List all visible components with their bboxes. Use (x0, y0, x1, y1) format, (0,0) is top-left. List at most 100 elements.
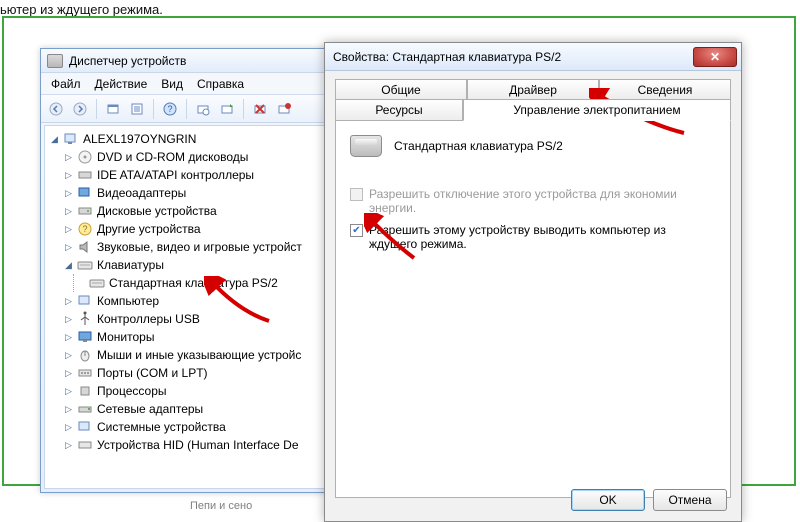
device-tree[interactable]: ◢ ALEXL197OYNGRIN ▷DVD и CD-ROM дисковод… (44, 125, 326, 489)
props-title: Свойства: Стандартная клавиатура PS/2 (333, 50, 561, 64)
expand-icon[interactable]: ▷ (63, 152, 74, 163)
expand-icon[interactable]: ▷ (63, 206, 74, 217)
dialog-buttons: OK Отмена (571, 489, 727, 511)
collapse-icon[interactable]: ◢ (49, 134, 60, 145)
devmgr-title: Диспетчер устройств (69, 54, 186, 68)
tree-label: Клавиатуры (97, 258, 164, 272)
tree-item-ports[interactable]: ▷ Порты (COM и LPT) (49, 364, 325, 382)
menu-help[interactable]: Справка (197, 77, 244, 91)
computer-cat-icon (77, 293, 93, 309)
expand-icon[interactable]: ▷ (63, 422, 74, 433)
toolbar-properties-icon[interactable] (126, 98, 148, 120)
tab-general[interactable]: Общие (335, 79, 467, 100)
tree-item-monitors[interactable]: ▷Мониторы (49, 328, 325, 346)
page-fragment-text: ьютер из ждущего режима. (0, 2, 163, 17)
expand-icon[interactable]: ▷ (63, 296, 74, 307)
tree-item-network[interactable]: ▷ Сетевые адаптеры (49, 400, 325, 418)
tree-item-usb[interactable]: ▷ Контроллеры USB (49, 310, 325, 328)
expand-icon[interactable]: ▷ (63, 314, 74, 325)
tree-root[interactable]: ◢ ALEXL197OYNGRIN (49, 130, 325, 148)
expand-icon[interactable]: ▷ (63, 350, 74, 361)
tree-root-label: ALEXL197OYNGRIN (83, 132, 196, 146)
tree-item-computer[interactable]: ▷Компьютер (49, 292, 325, 310)
tab-power-management[interactable]: Управление электропитанием (463, 99, 731, 121)
close-icon: ✕ (710, 50, 720, 64)
other-devices-icon: ? (77, 221, 93, 237)
tree-item-dvd[interactable]: ▷DVD и CD-ROM дисководы (49, 148, 325, 166)
expand-icon[interactable]: ▷ (63, 332, 74, 343)
toolbar-scan-icon[interactable] (192, 98, 214, 120)
collapse-icon[interactable]: ◢ (63, 260, 74, 271)
system-icon (77, 419, 93, 435)
tree-label: Мыши и иные указывающие устройс (97, 348, 301, 362)
toolbar-show-hidden-icon[interactable] (102, 98, 124, 120)
keyboard-category-icon (77, 257, 93, 273)
tree-label: Порты (COM и LPT) (97, 366, 208, 380)
keyboard-large-icon (350, 135, 382, 157)
expand-icon[interactable]: ▷ (63, 368, 74, 379)
svg-text:?: ? (82, 224, 87, 234)
optical-drive-icon (77, 149, 93, 165)
toolbar-sep (243, 99, 244, 119)
tree-label: Другие устройства (97, 222, 201, 236)
toolbar-help-icon[interactable]: ? (159, 98, 181, 120)
tree-item-cpu[interactable]: ▷ Процессоры (49, 382, 325, 400)
tab-resources[interactable]: Ресурсы (335, 99, 463, 121)
allow-wake-checkbox[interactable]: ✔ (350, 224, 363, 237)
tree-label: Стандартная клавиатура PS/2 (109, 276, 278, 290)
expand-icon[interactable]: ▷ (63, 404, 74, 415)
computer-icon (63, 131, 79, 147)
sound-icon (77, 239, 93, 255)
expand-icon[interactable]: ▷ (63, 386, 74, 397)
tree-item-hid[interactable]: ▷ Устройства HID (Human Interface De (49, 436, 325, 454)
tab-strip: Общие Драйвер Сведения Ресурсы Управлени… (335, 79, 731, 121)
tree-item-other[interactable]: ▷? Другие устройства (49, 220, 325, 238)
tree-label: Устройства HID (Human Interface De (97, 438, 299, 452)
device-manager-window: Диспетчер устройств Файл Действие Вид Сп… (40, 48, 330, 493)
props-titlebar: Свойства: Стандартная клавиатура PS/2 ✕ (325, 43, 741, 71)
toolbar-sep (186, 99, 187, 119)
allow-power-off-row: Разрешить отключение этого устройства дл… (350, 187, 716, 215)
tab-details[interactable]: Сведения (599, 79, 731, 100)
svg-text:?: ? (167, 104, 172, 114)
tree-label: Контроллеры USB (97, 312, 200, 326)
tree-item-sound[interactable]: ▷ Звуковые, видео и игровые устройст (49, 238, 325, 256)
mouse-icon (77, 347, 93, 363)
allow-wake-label: Разрешить этому устройству выводить комп… (369, 223, 716, 251)
menu-action[interactable]: Действие (95, 77, 148, 91)
power-management-panel: Стандартная клавиатура PS/2 Разрешить от… (335, 120, 731, 498)
menu-file[interactable]: Файл (51, 77, 81, 91)
toolbar-update-icon[interactable] (216, 98, 238, 120)
ok-button[interactable]: OK (571, 489, 645, 511)
keyboard-icon (89, 275, 105, 291)
tree-item-mice[interactable]: ▷ Мыши и иные указывающие устройс (49, 346, 325, 364)
expand-icon[interactable]: ▷ (63, 224, 74, 235)
expand-icon[interactable]: ▷ (63, 242, 74, 253)
expand-icon[interactable]: ▷ (63, 170, 74, 181)
tree-item-disk[interactable]: ▷ Дисковые устройства (49, 202, 325, 220)
ports-icon (77, 365, 93, 381)
tab-driver[interactable]: Драйвер (467, 79, 599, 100)
tree-item-system[interactable]: ▷Системные устройства (49, 418, 325, 436)
tree-item-ide[interactable]: ▷IDE ATA/ATAPI контроллеры (49, 166, 325, 184)
toolbar-forward-icon[interactable] (69, 98, 91, 120)
toolbar-disable-icon[interactable] (273, 98, 295, 120)
cancel-button[interactable]: Отмена (653, 489, 727, 511)
tree-label: Дисковые устройства (97, 204, 217, 218)
toolbar-uninstall-icon[interactable] (249, 98, 271, 120)
tree-label: Сетевые адаптеры (97, 402, 203, 416)
tree-item-video[interactable]: ▷Видеоадаптеры (49, 184, 325, 202)
menu-view[interactable]: Вид (161, 77, 183, 91)
toolbar-sep (153, 99, 154, 119)
toolbar-back-icon[interactable] (45, 98, 67, 120)
allow-wake-row: ✔ Разрешить этому устройству выводить ко… (350, 223, 716, 251)
tree-label: Процессоры (97, 384, 167, 398)
close-button[interactable]: ✕ (693, 47, 737, 67)
expand-icon[interactable]: ▷ (63, 188, 74, 199)
tree-item-ps2-keyboard[interactable]: Стандартная клавиатура PS/2 (49, 274, 325, 292)
allow-power-off-label: Разрешить отключение этого устройства дл… (369, 187, 716, 215)
properties-dialog: Свойства: Стандартная клавиатура PS/2 ✕ … (324, 42, 742, 522)
tree-label: Звуковые, видео и игровые устройст (97, 240, 302, 254)
tree-item-keyboards[interactable]: ◢ Клавиатуры (49, 256, 325, 274)
expand-icon[interactable]: ▷ (63, 440, 74, 451)
